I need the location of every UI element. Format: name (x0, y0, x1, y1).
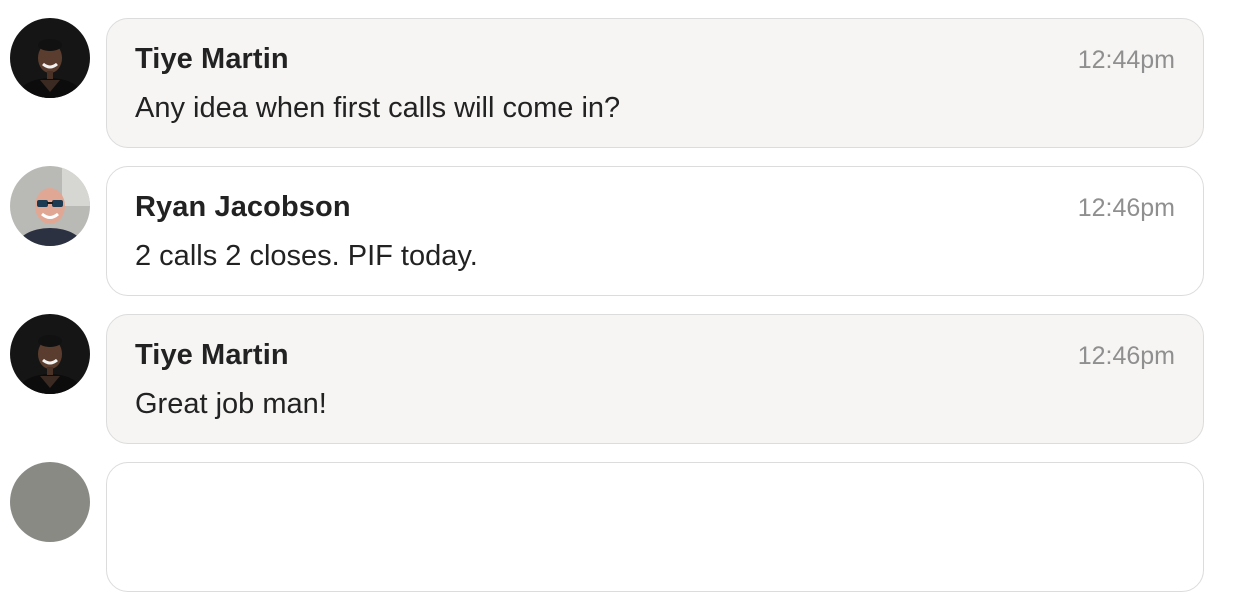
message-timestamp: 12:46pm (1077, 194, 1175, 222)
message-text: Great job man! (135, 388, 327, 420)
message-item: Ryan Jacobson 12:46pm 2 calls 2 closes. … (0, 166, 1238, 298)
ryan-jacobson-avatar-icon (10, 166, 90, 246)
message-item: Tiye Martin 12:46pm Great job man! (0, 314, 1238, 446)
message-author[interactable]: Tiye Martin (135, 339, 289, 372)
message-author[interactable]: Ryan Jacobson (135, 191, 351, 224)
avatar[interactable] (10, 462, 90, 542)
message-timestamp: 12:44pm (1077, 46, 1175, 74)
avatar[interactable] (10, 166, 90, 246)
message-bubble (106, 462, 1204, 592)
avatar[interactable] (10, 314, 90, 394)
tiye-martin-avatar-icon (10, 314, 90, 394)
message-bubble: Ryan Jacobson 12:46pm 2 calls 2 closes. … (106, 166, 1204, 296)
message-item: Tiye Martin 12:44pm Any idea when first … (0, 18, 1238, 150)
message-text: 2 calls 2 closes. PIF today. (135, 240, 478, 272)
message-bubble: Tiye Martin 12:46pm Great job man! (106, 314, 1204, 444)
message-text: Any idea when first calls will come in? (135, 92, 621, 124)
tiye-martin-avatar-icon (10, 18, 90, 98)
message-item-partial (0, 462, 1238, 594)
avatar[interactable] (10, 18, 90, 98)
message-bubble: Tiye Martin 12:44pm Any idea when first … (106, 18, 1204, 148)
message-timestamp: 12:46pm (1077, 342, 1175, 370)
message-author[interactable]: Tiye Martin (135, 43, 289, 76)
